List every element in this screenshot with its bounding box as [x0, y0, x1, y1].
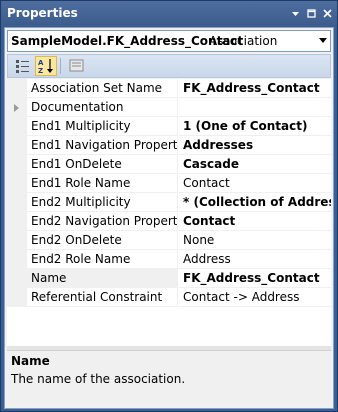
property-row-selected[interactable]: Name FK_Address_Contact: [7, 269, 331, 288]
property-value[interactable]: FK_Address_Contact: [179, 79, 331, 98]
property-value[interactable]: Cascade: [179, 155, 331, 174]
description-text: The name of the association.: [11, 372, 186, 386]
property-value[interactable]: [179, 98, 331, 117]
property-value[interactable]: Contact -> Address: [179, 288, 331, 307]
property-row[interactable]: End1 Multiplicity 1 (One of Contact): [7, 117, 331, 136]
categorized-icon: [16, 60, 29, 73]
property-name: Referential Constraint: [27, 288, 178, 307]
expand-arrow-icon[interactable]: [14, 104, 19, 112]
alphabetical-button[interactable]: A Z: [35, 56, 57, 76]
window-position-dropdown-icon[interactable]: [289, 7, 302, 20]
toolbar-separator: [60, 58, 61, 74]
properties-window: Properties SampleModel.FK_Address_Contac…: [0, 0, 338, 412]
property-row[interactable]: End2 Navigation Property Contact: [7, 212, 331, 231]
property-pages-icon: [69, 59, 84, 72]
property-row[interactable]: End2 OnDelete None: [7, 231, 331, 250]
property-grid: Association Set Name FK_Address_Contact …: [7, 79, 331, 346]
property-value[interactable]: 1 (One of Contact): [179, 117, 331, 136]
property-row[interactable]: End1 Role Name Contact: [7, 174, 331, 193]
property-name: End2 Multiplicity: [27, 193, 178, 212]
window-title: Properties: [7, 6, 78, 20]
categorized-button[interactable]: [12, 56, 34, 76]
property-name: End1 Role Name: [27, 174, 178, 193]
property-value[interactable]: Contact: [179, 212, 331, 231]
property-name: End1 Multiplicity: [27, 117, 178, 136]
property-row[interactable]: Association Set Name FK_Address_Contact: [7, 79, 331, 98]
pin-icon[interactable]: [305, 7, 318, 20]
property-name: End2 Role Name: [27, 250, 178, 269]
property-value[interactable]: * (Collection of Address): [179, 193, 331, 212]
chevron-down-icon[interactable]: [319, 38, 327, 43]
property-row[interactable]: End1 OnDelete Cascade: [7, 155, 331, 174]
properties-toolbar: A Z: [7, 54, 331, 78]
svg-text:A: A: [38, 59, 44, 67]
description-pane: Name The name of the association.: [7, 350, 331, 406]
property-name: Association Set Name: [27, 79, 178, 98]
property-row[interactable]: End1 Navigation Property Addresses: [7, 136, 331, 155]
property-name: End1 Navigation Property: [27, 136, 178, 155]
property-value[interactable]: Contact: [179, 174, 331, 193]
object-type: Association: [209, 34, 278, 48]
close-icon[interactable]: [321, 7, 334, 20]
property-name: Documentation: [27, 98, 178, 117]
property-name: End2 Navigation Property: [27, 212, 178, 231]
svg-text:Z: Z: [38, 67, 43, 75]
property-value[interactable]: Address: [179, 250, 331, 269]
property-name: Name: [27, 269, 178, 288]
properties-panel: SampleModel.FK_Address_Contact Associati…: [4, 27, 334, 409]
title-bar[interactable]: Properties: [1, 1, 337, 27]
property-value[interactable]: None: [179, 231, 331, 250]
description-title: Name: [11, 354, 50, 368]
property-row[interactable]: End2 Role Name Address: [7, 250, 331, 269]
object-selector-dropdown[interactable]: SampleModel.FK_Address_Contact Associati…: [7, 30, 331, 52]
property-value[interactable]: FK_Address_Contact: [179, 269, 331, 288]
property-name: End2 OnDelete: [27, 231, 178, 250]
property-value[interactable]: Addresses: [179, 136, 331, 155]
property-row[interactable]: End2 Multiplicity * (Collection of Addre…: [7, 193, 331, 212]
property-name: End1 OnDelete: [27, 155, 178, 174]
property-row[interactable]: Documentation: [7, 98, 331, 117]
property-row[interactable]: Referential Constraint Contact -> Addres…: [7, 288, 331, 307]
property-pages-button[interactable]: [65, 56, 87, 76]
sort-az-icon: A Z: [38, 59, 53, 75]
